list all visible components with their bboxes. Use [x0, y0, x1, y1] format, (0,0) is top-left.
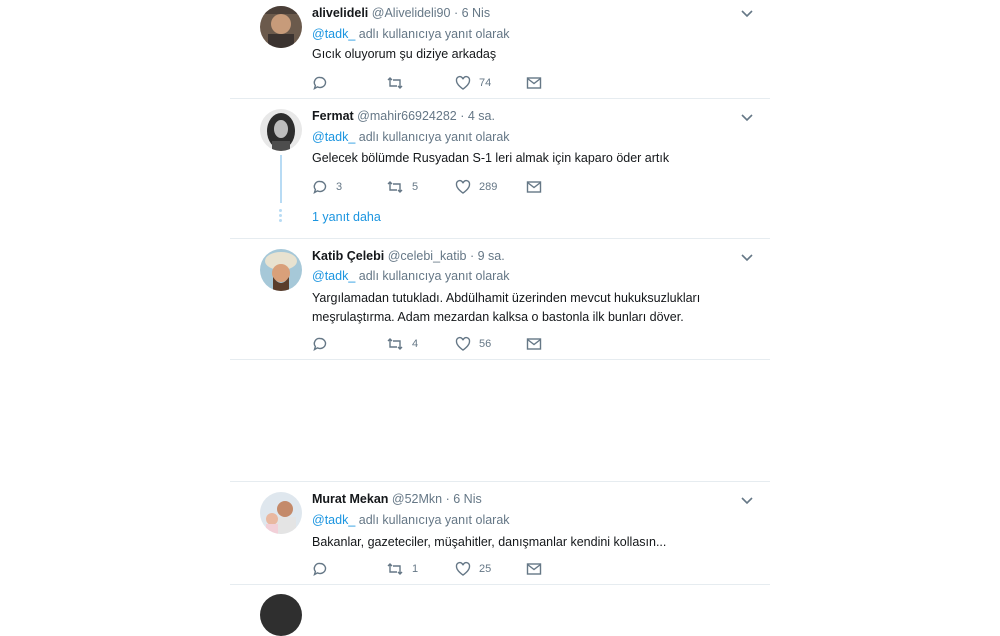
- like-heart-icon: [455, 336, 471, 351]
- retweet-button[interactable]: 4: [386, 336, 418, 352]
- like-count: 56: [479, 338, 492, 350]
- reply-context: @tadk_ adlı kullanıcıya yanıt olarak: [312, 513, 510, 527]
- tweet-header: Katib Çelebi @celebi_katib · 9 sa.: [312, 249, 505, 263]
- like-heart-icon: [455, 75, 471, 90]
- tweet-card[interactable]: Fermat @mahir66924282 · 4 sa. @tadk_ adl…: [230, 99, 770, 209]
- reply-context-label: adlı kullanıcıya yanıt olarak: [358, 269, 510, 283]
- like-button[interactable]: 74: [455, 75, 491, 91]
- retweet-count: 1: [412, 563, 419, 575]
- reply-context: @tadk_ adlı kullanıcıya yanıt olarak: [312, 27, 510, 41]
- avatar[interactable]: [260, 109, 302, 151]
- direct-message-button[interactable]: [526, 75, 542, 91]
- reply-icon: [313, 180, 327, 194]
- reply-icon: [313, 337, 327, 351]
- tweet-text: Yargılamadan tutukladı. Abdülhamit üzeri…: [312, 291, 701, 324]
- display-name[interactable]: Fermat: [312, 109, 354, 123]
- thread-connector-line: [280, 155, 282, 203]
- reply-context: @tadk_ adlı kullanıcıya yanıt olarak: [312, 130, 510, 144]
- retweet-count: 4: [412, 338, 419, 350]
- caret-down-icon[interactable]: [740, 251, 754, 265]
- avatar[interactable]: [260, 594, 302, 636]
- display-name[interactable]: Murat Mekan: [312, 492, 388, 506]
- reply-context-label: adlı kullanıcıya yanıt olarak: [358, 27, 510, 41]
- reply-icon: [313, 562, 327, 576]
- divider: [230, 584, 770, 585]
- direct-message-icon: [526, 338, 542, 350]
- direct-message-button[interactable]: [526, 336, 542, 352]
- divider: [230, 359, 770, 360]
- reply-context-label: adlı kullanıcıya yanıt olarak: [358, 130, 510, 144]
- retweet-button[interactable]: 1: [386, 561, 418, 577]
- reply-icon: [313, 76, 327, 90]
- direct-message-icon: [526, 77, 542, 89]
- user-handle[interactable]: @Alivelideli90: [372, 6, 451, 20]
- separator-dot: ·: [445, 492, 450, 506]
- display-name[interactable]: Katib Çelebi: [312, 249, 384, 263]
- tweet-card[interactable]: Katib Çelebi @celebi_katib · 9 sa. @tadk…: [230, 239, 770, 359]
- separator-dot: ·: [460, 109, 465, 123]
- like-button[interactable]: 25: [455, 561, 491, 577]
- thread-connector-dots: [279, 207, 283, 224]
- direct-message-icon: [526, 181, 542, 193]
- retweet-icon: [387, 77, 403, 89]
- tweet-text: Bakanlar, gazeteciler, müşahitler, danış…: [312, 535, 667, 549]
- tweet-card[interactable]: alivelideli @Alivelideli90 · 6 Nis @tadk…: [230, 0, 770, 98]
- tweet-header: alivelideli @Alivelideli90 · 6 Nis: [312, 6, 490, 20]
- reply-count: 3: [336, 181, 343, 193]
- timestamp[interactable]: 9 sa.: [478, 249, 505, 263]
- retweet-count: 5: [412, 181, 419, 193]
- mention-link[interactable]: @tadk_: [312, 513, 355, 527]
- retweet-button[interactable]: [386, 75, 412, 91]
- avatar[interactable]: [260, 6, 302, 48]
- like-count: 74: [479, 77, 492, 89]
- timestamp[interactable]: 6 Nis: [462, 6, 490, 20]
- reply-button[interactable]: 3: [312, 179, 342, 195]
- tweet-header: Fermat @mahir66924282 · 4 sa.: [312, 109, 495, 123]
- like-button[interactable]: 289: [455, 179, 497, 195]
- timestamp[interactable]: 6 Nis: [453, 492, 481, 506]
- like-button[interactable]: 56: [455, 336, 491, 352]
- reply-button[interactable]: [312, 561, 336, 577]
- mention-link[interactable]: @tadk_: [312, 130, 355, 144]
- tweet-header: Murat Mekan @52Mkn · 6 Nis: [312, 492, 482, 506]
- like-heart-icon: [455, 561, 471, 576]
- like-heart-icon: [455, 179, 471, 194]
- direct-message-icon: [526, 563, 542, 575]
- retweet-icon: [387, 338, 403, 350]
- timestamp[interactable]: 4 sa.: [468, 109, 495, 123]
- reply-context-label: adlı kullanıcıya yanıt olarak: [358, 513, 510, 527]
- reply-context: @tadk_ adlı kullanıcıya yanıt olarak: [312, 269, 510, 283]
- user-handle[interactable]: @mahir66924282: [357, 109, 457, 123]
- retweet-button[interactable]: 5: [386, 179, 418, 195]
- reply-button[interactable]: [312, 75, 336, 91]
- like-count: 25: [479, 563, 492, 575]
- separator-dot: ·: [453, 6, 459, 20]
- like-count: 289: [479, 181, 498, 193]
- caret-down-icon[interactable]: [740, 494, 754, 508]
- avatar[interactable]: [260, 492, 302, 534]
- show-more-replies-link[interactable]: 1 yanıt daha: [312, 210, 381, 224]
- mention-link[interactable]: @tadk_: [312, 269, 355, 283]
- caret-down-icon[interactable]: [740, 7, 754, 21]
- separator-dot: ·: [469, 249, 475, 263]
- tweet-card[interactable]: Murat Mekan @52Mkn · 6 Nis @tadk_ adlı k…: [230, 482, 770, 582]
- user-handle[interactable]: @celebi_katib: [388, 249, 467, 263]
- direct-message-button[interactable]: [526, 179, 542, 195]
- retweet-icon: [387, 563, 403, 575]
- user-handle[interactable]: @52Mkn: [392, 492, 442, 506]
- reply-button[interactable]: [312, 336, 336, 352]
- tweet-text: Gelecek bölümde Rusyadan S-1 leri almak …: [312, 151, 670, 165]
- retweet-icon: [387, 181, 403, 193]
- mention-link[interactable]: @tadk_: [312, 27, 355, 41]
- caret-down-icon[interactable]: [740, 111, 754, 125]
- tweet-text: Gıcık oluyorum şu diziye arkadaş: [312, 47, 497, 61]
- avatar[interactable]: [260, 249, 302, 291]
- direct-message-button[interactable]: [526, 561, 542, 577]
- display-name[interactable]: alivelideli: [312, 6, 368, 20]
